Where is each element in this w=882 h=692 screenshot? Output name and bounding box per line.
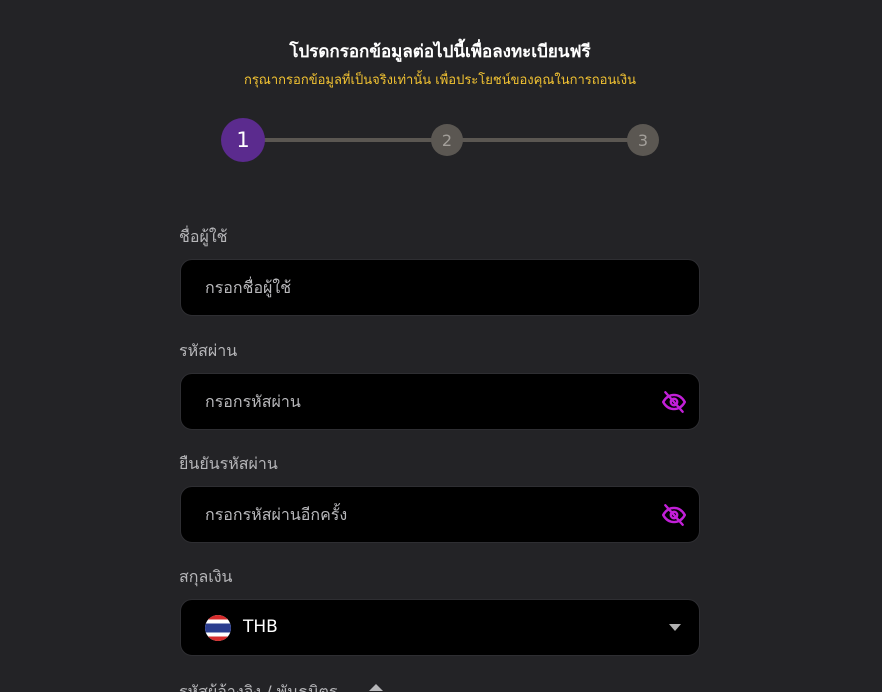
- chevron-up-icon[interactable]: [369, 684, 383, 691]
- registration-page: โปรดกรอกข้อมูลต่อไปนี้เพื่อลงทะเบียนฟรี …: [0, 0, 882, 692]
- currency-value: THB: [243, 617, 278, 637]
- password-input[interactable]: [205, 374, 665, 429]
- page-title: โปรดกรอกข้อมูลต่อไปนี้เพื่อลงทะเบียนฟรี: [289, 42, 591, 62]
- confirm-password-field-box: [180, 486, 700, 543]
- currency-label: สกุลเงิน: [179, 567, 233, 586]
- referral-label: รหัสผู้อ้างอิง / พันธมิตร: [179, 682, 338, 692]
- confirm-password-input[interactable]: [205, 487, 665, 542]
- registration-stepper: 1 2 3: [221, 118, 661, 162]
- chevron-down-icon: [669, 624, 681, 631]
- username-field-box: [180, 259, 700, 316]
- page-subtitle: กรุณากรอกข้อมูลที่เป็นจริงเท่านั้น เพื่อ…: [243, 73, 637, 88]
- step-1-active: 1: [221, 118, 265, 162]
- confirm-password-label: ยืนยันรหัสผ่าน: [179, 454, 278, 473]
- step-3: 3: [627, 124, 659, 156]
- username-input[interactable]: [205, 260, 665, 315]
- stepper-connector-1-2: [261, 138, 449, 142]
- currency-select[interactable]: THB: [180, 599, 700, 656]
- thailand-flag-icon: [205, 615, 231, 641]
- password-label: รหัสผ่าน: [179, 341, 238, 360]
- password-field-box: [180, 373, 700, 430]
- eye-off-icon[interactable]: [661, 389, 687, 415]
- username-label: ชื่อผู้ใช้: [179, 227, 228, 246]
- stepper-connector-2-3: [459, 138, 635, 142]
- step-2: 2: [431, 124, 463, 156]
- eye-off-icon[interactable]: [661, 502, 687, 528]
